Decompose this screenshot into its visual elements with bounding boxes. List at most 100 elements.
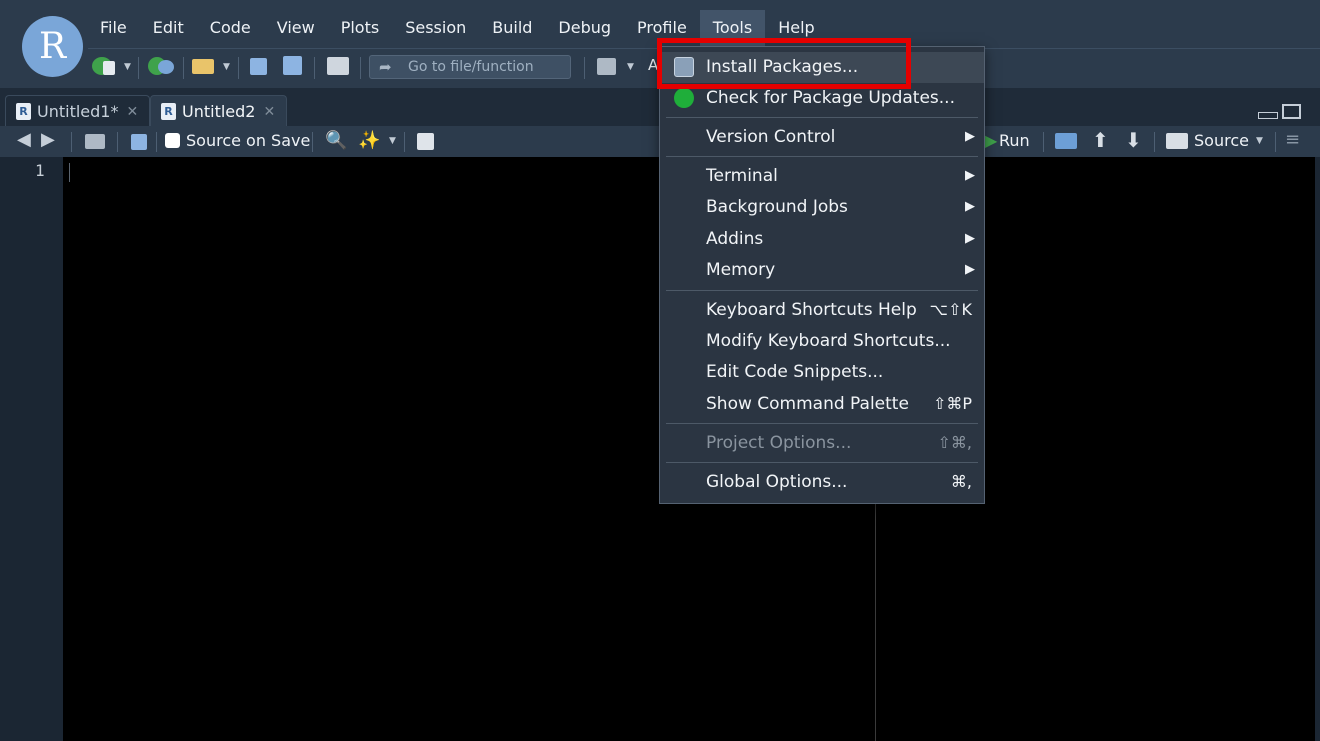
run-button[interactable]: Run xyxy=(999,131,1030,150)
menu-profile[interactable]: Profile xyxy=(624,10,700,46)
minimize-pane-icon[interactable] xyxy=(1258,112,1278,119)
addins-label[interactable]: A xyxy=(648,56,658,74)
submenu-arrow-icon: ▶ xyxy=(965,262,975,277)
back-arrow-icon[interactable]: ◀ xyxy=(17,129,31,150)
menu-session[interactable]: Session xyxy=(392,10,479,46)
toolbar-separator xyxy=(404,132,405,152)
menu-debug[interactable]: Debug xyxy=(545,10,624,46)
menu-version-control[interactable]: Version Control ▶ xyxy=(660,122,984,153)
menu-addins[interactable]: Addins ▶ xyxy=(660,224,984,255)
menu-background-jobs[interactable]: Background Jobs ▶ xyxy=(660,192,984,223)
text-cursor xyxy=(69,163,70,182)
menu-help[interactable]: Help xyxy=(765,10,827,46)
close-icon[interactable]: ✕ xyxy=(126,104,138,120)
new-file-caret-icon[interactable]: ▼ xyxy=(124,62,131,72)
menu-shortcut: ⌥⇧K xyxy=(929,300,972,319)
menu-label: Project Options... xyxy=(706,433,852,453)
menu-label: Global Options... xyxy=(706,472,848,492)
line-number: 1 xyxy=(35,161,45,180)
menu-shortcut: ⌘, xyxy=(950,472,972,491)
rerun-icon[interactable] xyxy=(1055,133,1077,149)
menu-label: Modify Keyboard Shortcuts... xyxy=(706,331,951,351)
tab-label: Untitled1* xyxy=(37,102,119,121)
outline-icon[interactable]: ≡ xyxy=(1285,129,1300,150)
menu-label: Show Command Palette xyxy=(706,394,909,414)
menu-label: Background Jobs xyxy=(706,197,848,217)
menu-shortcut: ⇧⌘, xyxy=(937,433,973,452)
run-arrow-icon: ▶ xyxy=(985,131,998,150)
menu-file[interactable]: File xyxy=(87,10,140,46)
source-on-save-label: Source on Save xyxy=(186,131,311,150)
menu-separator xyxy=(666,156,978,157)
save-icon[interactable] xyxy=(131,134,147,150)
open-caret-icon[interactable]: ▼ xyxy=(223,62,230,72)
menu-edit[interactable]: Edit xyxy=(140,10,197,46)
show-in-window-icon[interactable] xyxy=(85,134,105,149)
menu-separator xyxy=(666,423,978,424)
grid-layout-icon[interactable] xyxy=(597,58,616,75)
menubar: File Edit Code View Plots Session Build … xyxy=(87,10,828,46)
source-caret-icon[interactable]: ▼ xyxy=(1256,136,1263,146)
forward-arrow-icon[interactable]: ▶ xyxy=(41,129,55,150)
submenu-arrow-icon: ▶ xyxy=(965,199,975,214)
submenu-arrow-icon: ▶ xyxy=(965,129,975,144)
menu-code[interactable]: Code xyxy=(197,10,264,46)
tab-label: Untitled2 xyxy=(182,102,256,121)
menu-plots[interactable]: Plots xyxy=(328,10,393,46)
toolbar-separator xyxy=(1275,132,1276,152)
menu-keyboard-shortcuts-help[interactable]: Keyboard Shortcuts Help ⌥⇧K xyxy=(660,295,984,326)
toolbar-separator xyxy=(360,57,361,79)
menu-separator xyxy=(666,290,978,291)
menu-label: Memory xyxy=(706,260,776,280)
tab-untitled1[interactable]: R Untitled1* ✕ xyxy=(5,95,150,127)
toolbar-separator xyxy=(584,57,585,79)
up-arrow-icon[interactable]: ⬆ xyxy=(1092,128,1109,152)
menu-shortcut: ⇧⌘P xyxy=(932,394,972,413)
print-icon[interactable] xyxy=(327,57,349,75)
toolbar-separator xyxy=(183,57,184,79)
toolbar-separator xyxy=(138,57,139,79)
toolbar-separator xyxy=(156,132,157,152)
close-icon[interactable]: ✕ xyxy=(263,104,275,120)
menu-modify-keyboard-shortcuts[interactable]: Modify Keyboard Shortcuts... xyxy=(660,326,984,357)
save-icon[interactable] xyxy=(250,58,267,75)
maximize-pane-icon[interactable] xyxy=(1282,104,1301,119)
menu-tools[interactable]: Tools xyxy=(699,10,766,46)
toolbar-separator xyxy=(1154,132,1155,152)
code-tools-caret-icon[interactable]: ▼ xyxy=(389,136,396,146)
install-packages-icon xyxy=(674,57,694,77)
menu-show-command-palette[interactable]: Show Command Palette ⇧⌘P xyxy=(660,389,984,420)
layout-caret-icon[interactable]: ▼ xyxy=(627,62,634,72)
toolbar-separator xyxy=(117,132,118,152)
menu-project-options: Project Options... ⇧⌘, xyxy=(660,428,984,459)
editor-scrollbar[interactable] xyxy=(1315,157,1320,741)
save-all-icon[interactable] xyxy=(283,56,302,75)
search-icon[interactable]: 🔍 xyxy=(325,130,347,151)
menu-terminal[interactable]: Terminal ▶ xyxy=(660,161,984,192)
toolbar-separator xyxy=(314,57,315,79)
source-file-icon xyxy=(1166,133,1188,149)
menu-install-packages[interactable]: Install Packages... xyxy=(660,52,984,83)
toolbar-separator xyxy=(71,132,72,152)
menu-edit-code-snippets[interactable]: Edit Code Snippets... xyxy=(660,357,984,388)
down-arrow-icon[interactable]: ⬇ xyxy=(1125,128,1142,152)
project-r-icon xyxy=(158,60,174,74)
tab-untitled2[interactable]: R Untitled2 ✕ xyxy=(150,95,287,127)
compile-report-icon[interactable] xyxy=(417,133,434,150)
source-on-save-checkbox[interactable] xyxy=(165,133,180,148)
open-folder-icon[interactable] xyxy=(192,59,214,74)
menu-label: Keyboard Shortcuts Help xyxy=(706,300,917,320)
goto-arrow-icon: ➦ xyxy=(379,58,392,76)
source-button[interactable]: Source xyxy=(1194,131,1249,150)
magic-wand-icon[interactable]: ✨ xyxy=(358,130,380,151)
menu-memory[interactable]: Memory ▶ xyxy=(660,255,984,286)
goto-file-function-input[interactable]: ➦ Go to file/function xyxy=(369,55,571,79)
menu-build[interactable]: Build xyxy=(479,10,545,46)
toolbar-separator xyxy=(1043,132,1044,152)
menu-global-options[interactable]: Global Options... ⌘, xyxy=(660,467,984,498)
menu-check-package-updates[interactable]: Check for Package Updates... xyxy=(660,83,984,114)
submenu-arrow-icon: ▶ xyxy=(965,231,975,246)
menu-view[interactable]: View xyxy=(264,10,328,46)
menu-label: Edit Code Snippets... xyxy=(706,362,884,382)
menu-label: Version Control xyxy=(706,127,836,147)
